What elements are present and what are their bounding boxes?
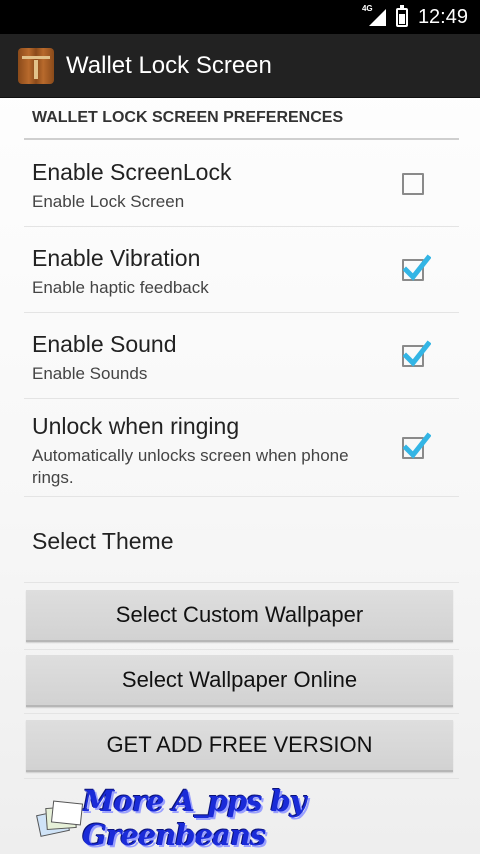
check-mark-icon [403, 254, 431, 281]
pref-enable-screenlock[interactable]: Enable ScreenLock Enable Lock Screen [24, 141, 459, 227]
preference-category-header: WALLET LOCK SCREEN PREFERENCES [24, 98, 459, 140]
pref-summary: Enable Sounds [32, 364, 148, 383]
signal-icon: 4G [362, 4, 386, 27]
check-mark-icon [403, 340, 431, 367]
app-cards-icon [36, 798, 84, 838]
pref-title: Unlock when ringing [32, 413, 240, 439]
get-ad-free-version-button[interactable]: GET ADD FREE VERSION [26, 720, 453, 772]
pref-select-theme[interactable]: Select Theme [24, 497, 459, 583]
pref-summary: Enable haptic feedback [32, 278, 209, 297]
screenlock-checkbox[interactable] [402, 173, 424, 195]
ringing-checkbox[interactable] [402, 432, 431, 459]
pref-enable-sound[interactable]: Enable Sound Enable Sounds [24, 313, 459, 399]
pref-title: Enable ScreenLock [32, 159, 232, 185]
app-title: Wallet Lock Screen [66, 51, 272, 79]
pref-unlock-when-ringing[interactable]: Unlock when ringing Automatically unlock… [24, 399, 459, 497]
pref-title: Enable Vibration [32, 245, 201, 271]
pref-summary: Enable Lock Screen [32, 192, 185, 211]
pref-summary: Automatically unlocks screen when phone … [32, 446, 349, 487]
check-mark-icon [403, 432, 431, 459]
divider [24, 713, 459, 714]
pref-title: Select Theme [32, 528, 174, 554]
battery-icon [395, 4, 408, 27]
sound-checkbox[interactable] [402, 340, 431, 367]
action-bar: Wallet Lock Screen [0, 34, 480, 98]
wallet-zipper-icon[interactable] [18, 47, 54, 84]
divider [24, 649, 459, 650]
status-bar: 4G 12:49 [0, 0, 480, 34]
status-time: 12:49 [417, 5, 468, 28]
more-apps-banner[interactable]: More A_pps by Greenbeans [36, 784, 446, 852]
pref-enable-vibration[interactable]: Enable Vibration Enable haptic feedback [24, 227, 459, 313]
select-custom-wallpaper-button[interactable]: Select Custom Wallpaper [26, 590, 453, 642]
divider [24, 778, 459, 779]
more-apps-text: More A_pps by Greenbeans [82, 784, 306, 852]
vibration-checkbox[interactable] [402, 254, 431, 281]
pref-title: Enable Sound [32, 331, 177, 357]
select-wallpaper-online-button[interactable]: Select Wallpaper Online [26, 655, 453, 707]
